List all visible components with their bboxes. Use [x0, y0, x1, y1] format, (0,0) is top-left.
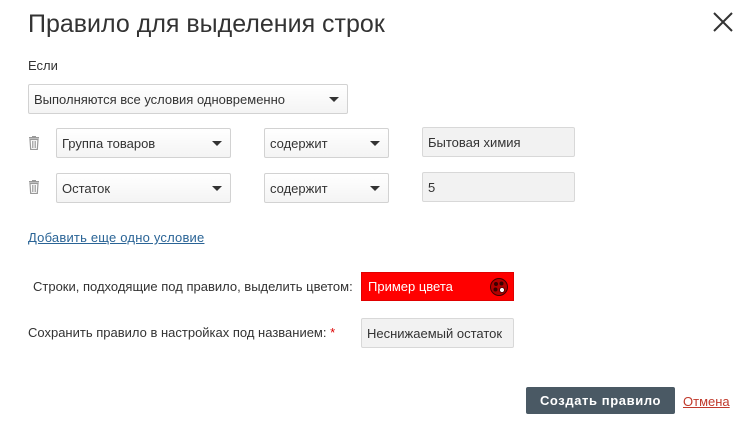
- create-rule-button[interactable]: Создать правило: [526, 387, 675, 414]
- condition-2-operator-value: содержит: [270, 180, 328, 196]
- condition-2-field-select[interactable]: Остаток: [56, 173, 231, 203]
- delete-condition-2-button[interactable]: [28, 180, 40, 194]
- add-condition-link[interactable]: Добавить еще одно условие: [28, 230, 204, 245]
- condition-1-value-text: Бытовая химия: [428, 134, 521, 150]
- close-button[interactable]: [711, 10, 735, 34]
- condition-2-value-text: 5: [428, 179, 436, 195]
- required-mark: *: [330, 325, 336, 340]
- chevron-down-icon: [370, 186, 380, 191]
- condition-1-operator-select[interactable]: содержит: [264, 128, 389, 158]
- cancel-link[interactable]: Отмена: [683, 394, 730, 409]
- save-rule-label-text: Сохранить правило в настройках под назва…: [28, 325, 327, 340]
- condition-2-value-input[interactable]: 5: [422, 172, 575, 202]
- dialog-title: Правило для выделения строк: [28, 10, 385, 38]
- condition-2-operator-select[interactable]: содержит: [264, 173, 389, 203]
- color-label: Строки, подходящие под правило, выделить…: [33, 279, 353, 294]
- chevron-down-icon: [212, 141, 222, 146]
- rule-name-input[interactable]: Неснижаемый остаток: [361, 318, 514, 348]
- logic-select[interactable]: Выполняются все условия одновременно: [28, 84, 348, 114]
- trash-icon: [29, 180, 39, 194]
- color-picker[interactable]: Пример цвета: [361, 272, 514, 301]
- condition-2-field-value: Остаток: [62, 180, 111, 196]
- rule-name-value: Неснижаемый остаток: [367, 325, 503, 341]
- condition-1-value-input[interactable]: Бытовая химия: [422, 127, 575, 157]
- condition-1-field-select[interactable]: Группа товаров: [56, 128, 231, 158]
- chevron-down-icon: [329, 97, 339, 102]
- chevron-down-icon: [370, 141, 380, 146]
- palette-icon[interactable]: [489, 277, 509, 297]
- condition-1-operator-value: содержит: [270, 135, 328, 151]
- if-label: Если: [28, 58, 58, 73]
- save-rule-label: Сохранить правило в настройках под назва…: [28, 325, 335, 340]
- trash-icon: [29, 136, 39, 150]
- logic-select-value: Выполняются все условия одновременно: [34, 91, 286, 107]
- color-sample-text: Пример цвета: [368, 279, 453, 294]
- condition-1-field-value: Группа товаров: [62, 135, 156, 151]
- delete-condition-1-button[interactable]: [28, 136, 40, 150]
- chevron-down-icon: [212, 186, 222, 191]
- close-icon: [713, 12, 733, 32]
